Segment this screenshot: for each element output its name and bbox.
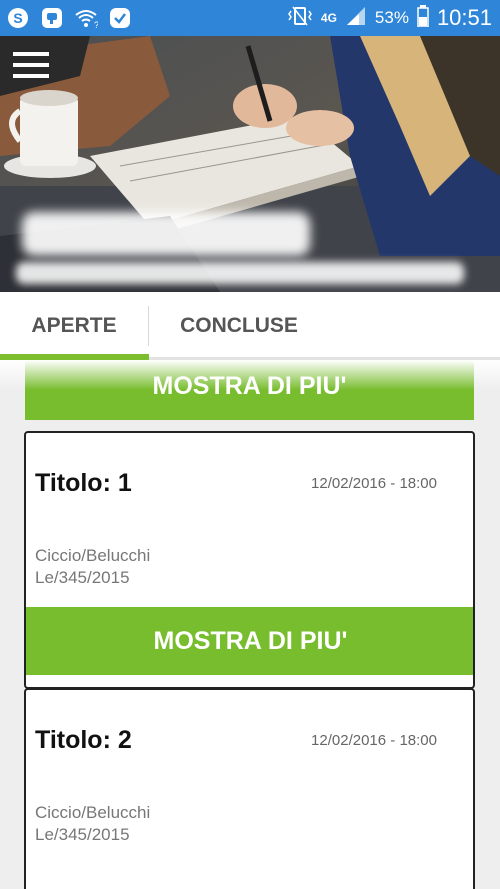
- clock: 10:51: [436, 5, 492, 30]
- signal-icon: [345, 6, 367, 31]
- notification-icons: S ?: [6, 6, 132, 30]
- battery-percentage: 53%: [374, 8, 409, 27]
- svg-text:S: S: [13, 10, 22, 26]
- check-badge-icon: [108, 6, 132, 30]
- event-card: Titolo: 1 12/02/2016 - 18:00 Ciccio/Belu…: [24, 431, 475, 689]
- hamburger-menu-icon[interactable]: [13, 52, 51, 80]
- card-title: Titolo: 2: [35, 726, 132, 754]
- card-names: Ciccio/Belucchi: [35, 546, 151, 565]
- network-type: 4G: [320, 10, 337, 25]
- skype-icon: S: [6, 6, 30, 30]
- tab-bar: APERTE CONCLUSE: [0, 292, 500, 360]
- status-bar: S ? 4G 53% 10:51: [0, 0, 500, 36]
- header-banner: [0, 36, 500, 292]
- tab-concluse[interactable]: CONCLUSE: [150, 292, 328, 360]
- card-title: Titolo: 1: [35, 469, 132, 497]
- event-card: Titolo: 2 12/02/2016 - 18:00 Ciccio/Belu…: [24, 688, 475, 889]
- messenger-icon: [40, 6, 64, 30]
- svg-text:?: ?: [94, 20, 98, 30]
- tab-divider: [148, 306, 149, 346]
- system-status: 4G 53% 10:51: [287, 0, 492, 36]
- show-more-button[interactable]: MOSTRA DI PIU': [26, 607, 473, 675]
- blurred-subtitle: [16, 262, 464, 284]
- tab-aperte[interactable]: APERTE: [0, 292, 148, 360]
- card-names: Ciccio/Belucchi: [35, 803, 151, 822]
- card-date: 12/02/2016 - 18:00: [311, 475, 437, 492]
- card-meta: Ciccio/Belucchi Le/345/2015: [35, 802, 150, 846]
- card-reference: Le/345/2015: [35, 825, 130, 844]
- event-list[interactable]: MOSTRA DI PIU' Titolo: 1 12/02/2016 - 18…: [0, 360, 500, 889]
- battery-icon: [417, 4, 429, 32]
- vibrate-icon: [287, 6, 313, 31]
- card-reference: Le/345/2015: [35, 568, 130, 587]
- show-more-button[interactable]: MOSTRA DI PIU': [25, 360, 474, 420]
- card-date: 12/02/2016 - 18:00: [311, 732, 437, 749]
- card-meta: Ciccio/Belucchi Le/345/2015: [35, 545, 150, 589]
- blurred-title: [22, 212, 310, 256]
- wifi-question-icon: ?: [74, 6, 98, 30]
